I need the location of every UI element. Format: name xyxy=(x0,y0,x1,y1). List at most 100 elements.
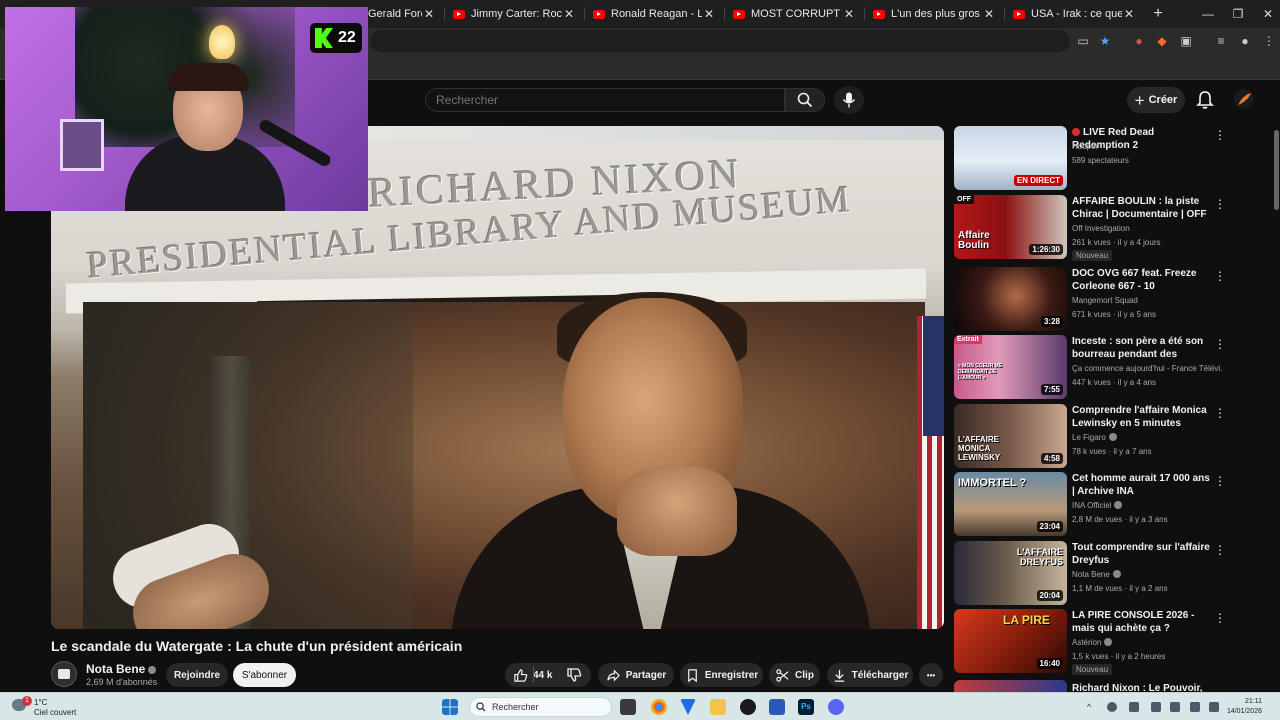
channel-avatar[interactable] xyxy=(51,661,77,687)
page-scrollbar[interactable] xyxy=(1274,130,1279,210)
channel-name: Le Figaro xyxy=(1072,433,1222,442)
obs-icon[interactable] xyxy=(740,699,756,715)
clip-button[interactable]: Clip xyxy=(769,663,820,687)
account-avatar[interactable] xyxy=(1234,89,1254,109)
file-explorer-icon[interactable] xyxy=(710,699,726,715)
cast-icon[interactable]: ▭ xyxy=(1075,33,1091,49)
recommended-video[interactable]: 3:28 DOC OVG 667 feat. Freeze Corleone 6… xyxy=(954,267,1274,333)
kebab-menu-icon[interactable]: ⋮ xyxy=(1214,337,1226,351)
chrome-icon[interactable] xyxy=(651,699,667,715)
notifications-bell-icon[interactable] xyxy=(1194,89,1216,111)
channel-name: Mangemort Squad xyxy=(1072,296,1138,305)
video-meta: 2,8 M de vues · il y a 3 ans xyxy=(1072,515,1168,524)
video-thumbnail[interactable]: LA PIRE 16:40 xyxy=(954,609,1067,673)
search-button[interactable] xyxy=(785,88,825,112)
voice-search-button[interactable] xyxy=(834,86,864,114)
new-tab-button[interactable]: + xyxy=(1144,5,1172,23)
app-icon[interactable] xyxy=(769,699,785,715)
save-button[interactable]: Enregistrer xyxy=(680,663,763,687)
recommended-video[interactable]: L'AFFAIRE MONICA LEWINSKY 4:58 Comprendr… xyxy=(954,404,1274,470)
maximize-button[interactable]: ❐ xyxy=(1222,0,1254,28)
tab-close-icon[interactable]: ✕ xyxy=(422,7,436,21)
thumbs-up-icon xyxy=(514,668,528,682)
tab-close-icon[interactable]: ✕ xyxy=(842,7,856,21)
video-title: LA PIRE CONSOLE 2026 - mais qui achète ç… xyxy=(1072,610,1195,634)
thumbnail-text: L'AFFAIRE DREYFUS xyxy=(1016,547,1063,567)
tray-app-icon[interactable] xyxy=(1107,702,1117,712)
system-clock[interactable]: 21:11 14/01/2026 xyxy=(1222,697,1262,717)
wifi-icon[interactable] xyxy=(1170,702,1180,712)
tab-close-icon[interactable]: ✕ xyxy=(702,7,716,21)
extension-icon[interactable]: ● xyxy=(1131,33,1147,49)
taskbar-search[interactable]: Rechercher xyxy=(469,697,612,717)
recommended-video[interactable]: OFF Affaire Boulin 1:26:30 AFFAIRE BOULI… xyxy=(954,195,1274,261)
video-title: Richard Nixon : Le Pouvoir, le xyxy=(1072,683,1203,692)
recommended-video[interactable]: Richard Nixon : Le Pouvoir, le xyxy=(954,680,1274,692)
vpn-icon[interactable] xyxy=(680,699,696,715)
volume-icon[interactable] xyxy=(1190,702,1200,712)
video-thumbnail[interactable]: OFF Affaire Boulin 1:26:30 xyxy=(954,195,1067,259)
photoshop-icon[interactable]: Ps xyxy=(798,699,814,715)
channel-name[interactable]: Nota Bene xyxy=(86,662,157,676)
video-thumbnail[interactable]: 3:28 xyxy=(954,267,1067,331)
profile-icon[interactable]: ● xyxy=(1237,33,1253,49)
recommended-video[interactable]: L'AFFAIRE DREYFUS 20:04 Tout comprendre … xyxy=(954,541,1274,607)
video-thumbnail[interactable]: IMMORTEL ? 23:04 xyxy=(954,472,1067,536)
browser-tab[interactable]: MOST CORRUPT SERIES: ✕ xyxy=(725,0,864,28)
video-thumbnail[interactable]: Extrait « MON COEUR ME DEMANDAIT DE L'AM… xyxy=(954,335,1067,399)
tab-close-icon[interactable]: ✕ xyxy=(982,7,996,21)
download-button[interactable]: Télécharger xyxy=(827,663,913,687)
windows-start-icon[interactable] xyxy=(442,699,458,715)
tray-app-icon[interactable] xyxy=(1129,702,1139,712)
address-bar[interactable] xyxy=(370,30,1070,52)
browser-tab[interactable]: Ronald Reagan - L'acteur ✕ xyxy=(585,0,724,28)
puzzle-icon[interactable]: ▣ xyxy=(1178,33,1194,49)
recommended-video[interactable]: EN DIRECT LIVE Red Dead Redemption 2 Hoo… xyxy=(954,126,1274,192)
video-thumbnail[interactable]: EN DIRECT xyxy=(954,126,1067,190)
recommended-video[interactable]: LA PIRE 16:40 LA PIRE CONSOLE 2026 - mai… xyxy=(954,609,1274,675)
bookmark-star-icon[interactable]: ★ xyxy=(1097,33,1113,49)
extension-icon[interactable]: ◆ xyxy=(1154,33,1170,49)
dislike-button[interactable] xyxy=(566,666,586,684)
discord-icon[interactable] xyxy=(828,699,844,715)
kebab-menu-icon[interactable]: ⋮ xyxy=(1261,33,1277,49)
subscribe-button[interactable]: S'abonner xyxy=(233,663,296,687)
kebab-menu-icon[interactable]: ⋮ xyxy=(1214,128,1226,142)
kebab-menu-icon[interactable]: ⋮ xyxy=(1214,474,1226,488)
video-thumbnail[interactable] xyxy=(954,680,1067,692)
kebab-menu-icon[interactable]: ⋮ xyxy=(1214,406,1226,420)
chevron-up-icon[interactable]: ^ xyxy=(1087,702,1097,712)
more-actions-button[interactable]: ••• xyxy=(919,663,943,687)
recommended-video[interactable]: Extrait « MON COEUR ME DEMANDAIT DE L'AM… xyxy=(954,335,1274,401)
verified-icon xyxy=(1114,501,1123,509)
kebab-menu-icon[interactable]: ⋮ xyxy=(1214,197,1226,211)
task-view-icon[interactable] xyxy=(620,699,636,715)
browser-tab[interactable]: L'un des plus gros scanda ✕ xyxy=(865,0,1004,28)
verified-icon xyxy=(148,666,157,674)
video-thumbnail[interactable]: L'AFFAIRE MONICA LEWINSKY 4:58 xyxy=(954,404,1067,468)
join-button[interactable]: Rejoindre xyxy=(166,663,228,687)
channel-name: Off Investigation xyxy=(1072,224,1130,233)
tab-close-icon[interactable]: ✕ xyxy=(1122,7,1136,21)
channel-name-text: Nota Bene xyxy=(86,662,146,676)
kebab-menu-icon[interactable]: ⋮ xyxy=(1214,611,1226,625)
search-input[interactable] xyxy=(426,89,784,111)
minimize-button[interactable]: — xyxy=(1192,0,1224,28)
american-flag-canton xyxy=(923,316,944,436)
like-divider xyxy=(533,667,534,683)
browser-tab[interactable]: Gerald Ford, u ✕ xyxy=(362,0,444,28)
tab-close-icon[interactable]: ✕ xyxy=(562,7,576,21)
tray-app-icon[interactable] xyxy=(1151,702,1161,712)
recommended-video[interactable]: IMMORTEL ? 23:04 Cet homme aurait 17 000… xyxy=(954,472,1274,538)
kebab-menu-icon[interactable]: ⋮ xyxy=(1214,269,1226,283)
share-button[interactable]: Partager xyxy=(598,663,674,687)
close-window-button[interactable]: ✕ xyxy=(1252,0,1280,28)
create-button[interactable]: + Créer xyxy=(1127,87,1185,113)
browser-tab[interactable]: Jimmy Carter: Rock & Roll ✕ xyxy=(445,0,584,28)
battery-icon[interactable] xyxy=(1209,702,1219,712)
kebab-menu-icon[interactable]: ⋮ xyxy=(1214,543,1226,557)
weather-widget[interactable]: 1 1°C Ciel couvert xyxy=(10,696,90,718)
video-thumbnail[interactable]: L'AFFAIRE DREYFUS 20:04 xyxy=(954,541,1067,605)
browser-tab[interactable]: USA - Irak : ce que Georg ✕ xyxy=(1005,0,1144,28)
reading-list-icon[interactable]: ≡ xyxy=(1213,33,1229,49)
